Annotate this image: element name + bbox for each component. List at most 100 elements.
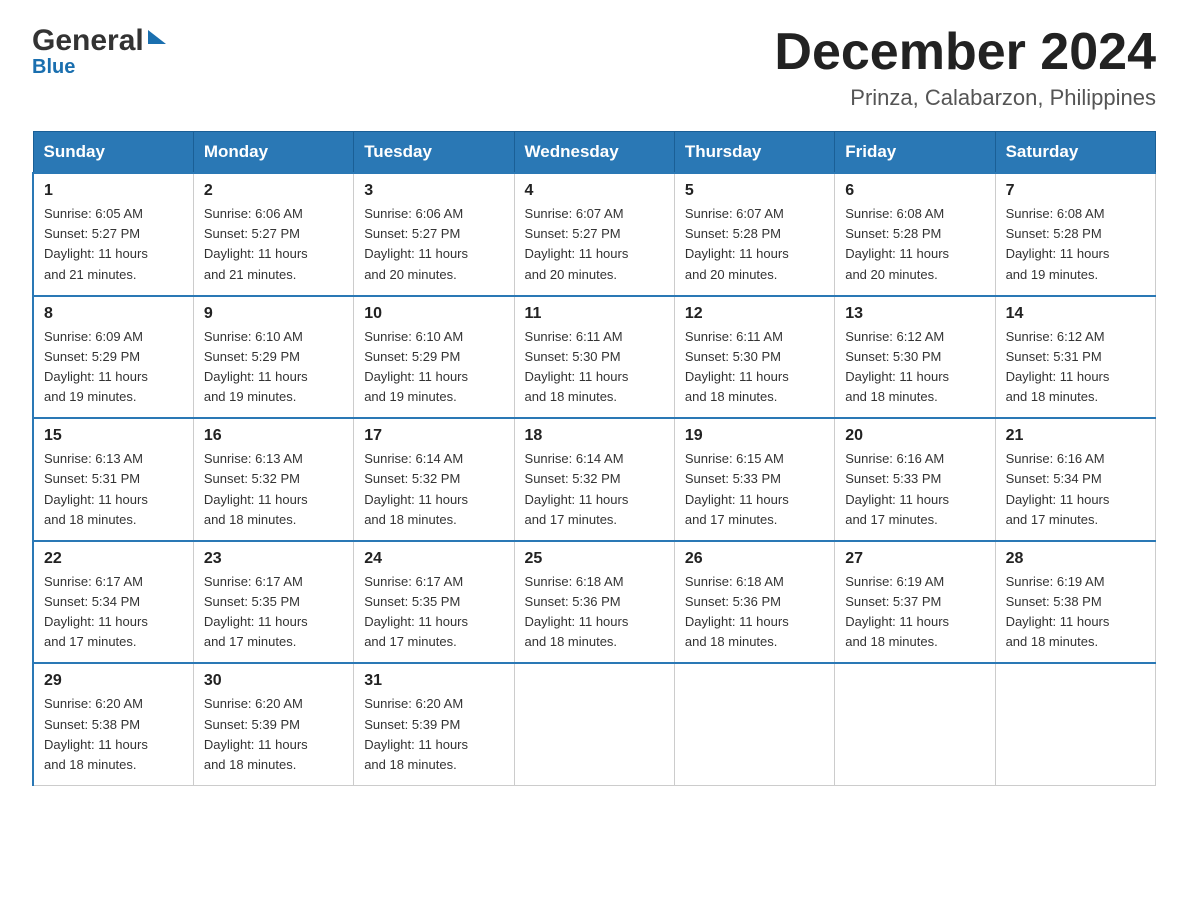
column-header-saturday: Saturday bbox=[995, 132, 1155, 174]
calendar-cell: 12Sunrise: 6:11 AMSunset: 5:30 PMDayligh… bbox=[674, 296, 834, 419]
day-number: 14 bbox=[1006, 305, 1145, 323]
calendar-cell: 10 Sunrise: 6:10 AMSunset: 5:29 PMDayligh… bbox=[354, 296, 514, 419]
calendar-cell bbox=[674, 663, 834, 785]
calendar-week-row: 29Sunrise: 6:20 AMSunset: 5:38 PMDayligh… bbox=[33, 663, 1156, 785]
day-number: 26 bbox=[685, 550, 824, 568]
day-number: 24 bbox=[364, 550, 503, 568]
day-info: Sunrise: 6:15 AMSunset: 5:33 PMDaylight:… bbox=[685, 451, 789, 526]
day-info: Sunrise: 6:18 AMSunset: 5:36 PMDaylight:… bbox=[685, 574, 789, 649]
calendar-cell: 9 Sunrise: 6:10 AMSunset: 5:29 PMDaylight… bbox=[193, 296, 353, 419]
calendar-cell: 20Sunrise: 6:16 AMSunset: 5:33 PMDayligh… bbox=[835, 418, 995, 541]
day-number: 16 bbox=[204, 427, 343, 445]
column-header-friday: Friday bbox=[835, 132, 995, 174]
month-title: December 2024 bbox=[774, 24, 1156, 81]
calendar-cell: 1 Sunrise: 6:05 AMSunset: 5:27 PMDaylight… bbox=[33, 173, 193, 296]
day-number: 18 bbox=[525, 427, 664, 445]
calendar-cell: 4 Sunrise: 6:07 AMSunset: 5:27 PMDaylight… bbox=[514, 173, 674, 296]
day-number: 4 bbox=[525, 182, 664, 200]
day-number: 20 bbox=[845, 427, 984, 445]
day-info: Sunrise: 6:06 AMSunset: 5:27 PMDaylight:… bbox=[364, 206, 468, 281]
calendar-table: SundayMondayTuesdayWednesdayThursdayFrid… bbox=[32, 131, 1156, 786]
day-info: Sunrise: 6:10 AMSunset: 5:29 PMDaylight:… bbox=[364, 329, 468, 404]
day-number: 12 bbox=[685, 305, 824, 323]
calendar-cell: 23 Sunrise: 6:17 AMSunset: 5:35 PMDayligh… bbox=[193, 541, 353, 664]
day-info: Sunrise: 6:05 AMSunset: 5:27 PMDaylight:… bbox=[44, 206, 148, 281]
column-header-thursday: Thursday bbox=[674, 132, 834, 174]
logo: General Blue bbox=[32, 24, 166, 79]
calendar-cell: 16 Sunrise: 6:13 AMSunset: 5:32 PMDayligh… bbox=[193, 418, 353, 541]
day-number: 9 bbox=[204, 305, 343, 323]
day-info: Sunrise: 6:18 AMSunset: 5:36 PMDaylight:… bbox=[525, 574, 629, 649]
calendar-cell bbox=[835, 663, 995, 785]
day-number: 8 bbox=[44, 305, 183, 323]
calendar-cell: 7Sunrise: 6:08 AMSunset: 5:28 PMDaylight… bbox=[995, 173, 1155, 296]
calendar-cell: 25 Sunrise: 6:18 AMSunset: 5:36 PMDayligh… bbox=[514, 541, 674, 664]
day-info: Sunrise: 6:19 AMSunset: 5:38 PMDaylight:… bbox=[1006, 574, 1110, 649]
day-number: 17 bbox=[364, 427, 503, 445]
day-info: Sunrise: 6:07 AMSunset: 5:28 PMDaylight:… bbox=[685, 206, 789, 281]
calendar-header-row: SundayMondayTuesdayWednesdayThursdayFrid… bbox=[33, 132, 1156, 174]
calendar-cell: 3 Sunrise: 6:06 AMSunset: 5:27 PMDaylight… bbox=[354, 173, 514, 296]
calendar-cell: 15 Sunrise: 6:13 AMSunset: 5:31 PMDayligh… bbox=[33, 418, 193, 541]
column-header-sunday: Sunday bbox=[33, 132, 193, 174]
calendar-cell: 2 Sunrise: 6:06 AMSunset: 5:27 PMDaylight… bbox=[193, 173, 353, 296]
day-info: Sunrise: 6:07 AMSunset: 5:27 PMDaylight:… bbox=[525, 206, 629, 281]
calendar-cell: 31 Sunrise: 6:20 AMSunset: 5:39 PMDayligh… bbox=[354, 663, 514, 785]
calendar-cell: 6 Sunrise: 6:08 AMSunset: 5:28 PMDaylight… bbox=[835, 173, 995, 296]
calendar-week-row: 15 Sunrise: 6:13 AMSunset: 5:31 PMDayligh… bbox=[33, 418, 1156, 541]
calendar-cell: 18 Sunrise: 6:14 AMSunset: 5:32 PMDayligh… bbox=[514, 418, 674, 541]
calendar-cell: 27 Sunrise: 6:19 AMSunset: 5:37 PMDayligh… bbox=[835, 541, 995, 664]
day-number: 22 bbox=[44, 550, 183, 568]
day-info: Sunrise: 6:14 AMSunset: 5:32 PMDaylight:… bbox=[525, 451, 629, 526]
day-number: 19 bbox=[685, 427, 824, 445]
day-info: Sunrise: 6:12 AMSunset: 5:31 PMDaylight:… bbox=[1006, 329, 1110, 404]
logo-arrow-icon bbox=[148, 30, 166, 44]
day-info: Sunrise: 6:17 AMSunset: 5:34 PMDaylight:… bbox=[44, 574, 148, 649]
day-number: 23 bbox=[204, 550, 343, 568]
day-number: 30 bbox=[204, 672, 343, 690]
calendar-cell: 24 Sunrise: 6:17 AMSunset: 5:35 PMDayligh… bbox=[354, 541, 514, 664]
calendar-cell: 28 Sunrise: 6:19 AMSunset: 5:38 PMDayligh… bbox=[995, 541, 1155, 664]
calendar-cell: 11 Sunrise: 6:11 AMSunset: 5:30 PMDayligh… bbox=[514, 296, 674, 419]
day-info: Sunrise: 6:09 AMSunset: 5:29 PMDaylight:… bbox=[44, 329, 148, 404]
day-number: 28 bbox=[1006, 550, 1145, 568]
day-info: Sunrise: 6:08 AMSunset: 5:28 PMDaylight:… bbox=[845, 206, 949, 281]
calendar-cell bbox=[995, 663, 1155, 785]
day-number: 21 bbox=[1006, 427, 1145, 445]
column-header-wednesday: Wednesday bbox=[514, 132, 674, 174]
day-info: Sunrise: 6:11 AMSunset: 5:30 PMDaylight:… bbox=[525, 329, 629, 404]
day-number: 15 bbox=[44, 427, 183, 445]
day-info: Sunrise: 6:20 AMSunset: 5:38 PMDaylight:… bbox=[44, 696, 148, 771]
calendar-week-row: 22 Sunrise: 6:17 AMSunset: 5:34 PMDayligh… bbox=[33, 541, 1156, 664]
day-info: Sunrise: 6:06 AMSunset: 5:27 PMDaylight:… bbox=[204, 206, 308, 281]
day-number: 1 bbox=[44, 182, 183, 200]
calendar-cell: 26 Sunrise: 6:18 AMSunset: 5:36 PMDayligh… bbox=[674, 541, 834, 664]
day-info: Sunrise: 6:19 AMSunset: 5:37 PMDaylight:… bbox=[845, 574, 949, 649]
calendar-week-row: 1 Sunrise: 6:05 AMSunset: 5:27 PMDaylight… bbox=[33, 173, 1156, 296]
day-info: Sunrise: 6:14 AMSunset: 5:32 PMDaylight:… bbox=[364, 451, 468, 526]
day-info: Sunrise: 6:17 AMSunset: 5:35 PMDaylight:… bbox=[204, 574, 308, 649]
location-title: Prinza, Calabarzon, Philippines bbox=[774, 85, 1156, 111]
calendar-week-row: 8 Sunrise: 6:09 AMSunset: 5:29 PMDaylight… bbox=[33, 296, 1156, 419]
column-header-tuesday: Tuesday bbox=[354, 132, 514, 174]
day-info: Sunrise: 6:08 AMSunset: 5:28 PMDaylight:… bbox=[1006, 206, 1110, 281]
calendar-cell: 21Sunrise: 6:16 AMSunset: 5:34 PMDayligh… bbox=[995, 418, 1155, 541]
day-info: Sunrise: 6:17 AMSunset: 5:35 PMDaylight:… bbox=[364, 574, 468, 649]
day-info: Sunrise: 6:13 AMSunset: 5:32 PMDaylight:… bbox=[204, 451, 308, 526]
day-info: Sunrise: 6:10 AMSunset: 5:29 PMDaylight:… bbox=[204, 329, 308, 404]
calendar-cell: 8 Sunrise: 6:09 AMSunset: 5:29 PMDaylight… bbox=[33, 296, 193, 419]
day-number: 25 bbox=[525, 550, 664, 568]
day-number: 11 bbox=[525, 305, 664, 323]
calendar-cell: 30 Sunrise: 6:20 AMSunset: 5:39 PMDayligh… bbox=[193, 663, 353, 785]
day-number: 31 bbox=[364, 672, 503, 690]
day-number: 27 bbox=[845, 550, 984, 568]
day-info: Sunrise: 6:20 AMSunset: 5:39 PMDaylight:… bbox=[364, 696, 468, 771]
day-info: Sunrise: 6:20 AMSunset: 5:39 PMDaylight:… bbox=[204, 696, 308, 771]
day-number: 2 bbox=[204, 182, 343, 200]
day-number: 10 bbox=[364, 305, 503, 323]
day-number: 3 bbox=[364, 182, 503, 200]
day-number: 6 bbox=[845, 182, 984, 200]
calendar-cell: 17 Sunrise: 6:14 AMSunset: 5:32 PMDayligh… bbox=[354, 418, 514, 541]
day-info: Sunrise: 6:13 AMSunset: 5:31 PMDaylight:… bbox=[44, 451, 148, 526]
title-block: December 2024 Prinza, Calabarzon, Philip… bbox=[774, 24, 1156, 111]
